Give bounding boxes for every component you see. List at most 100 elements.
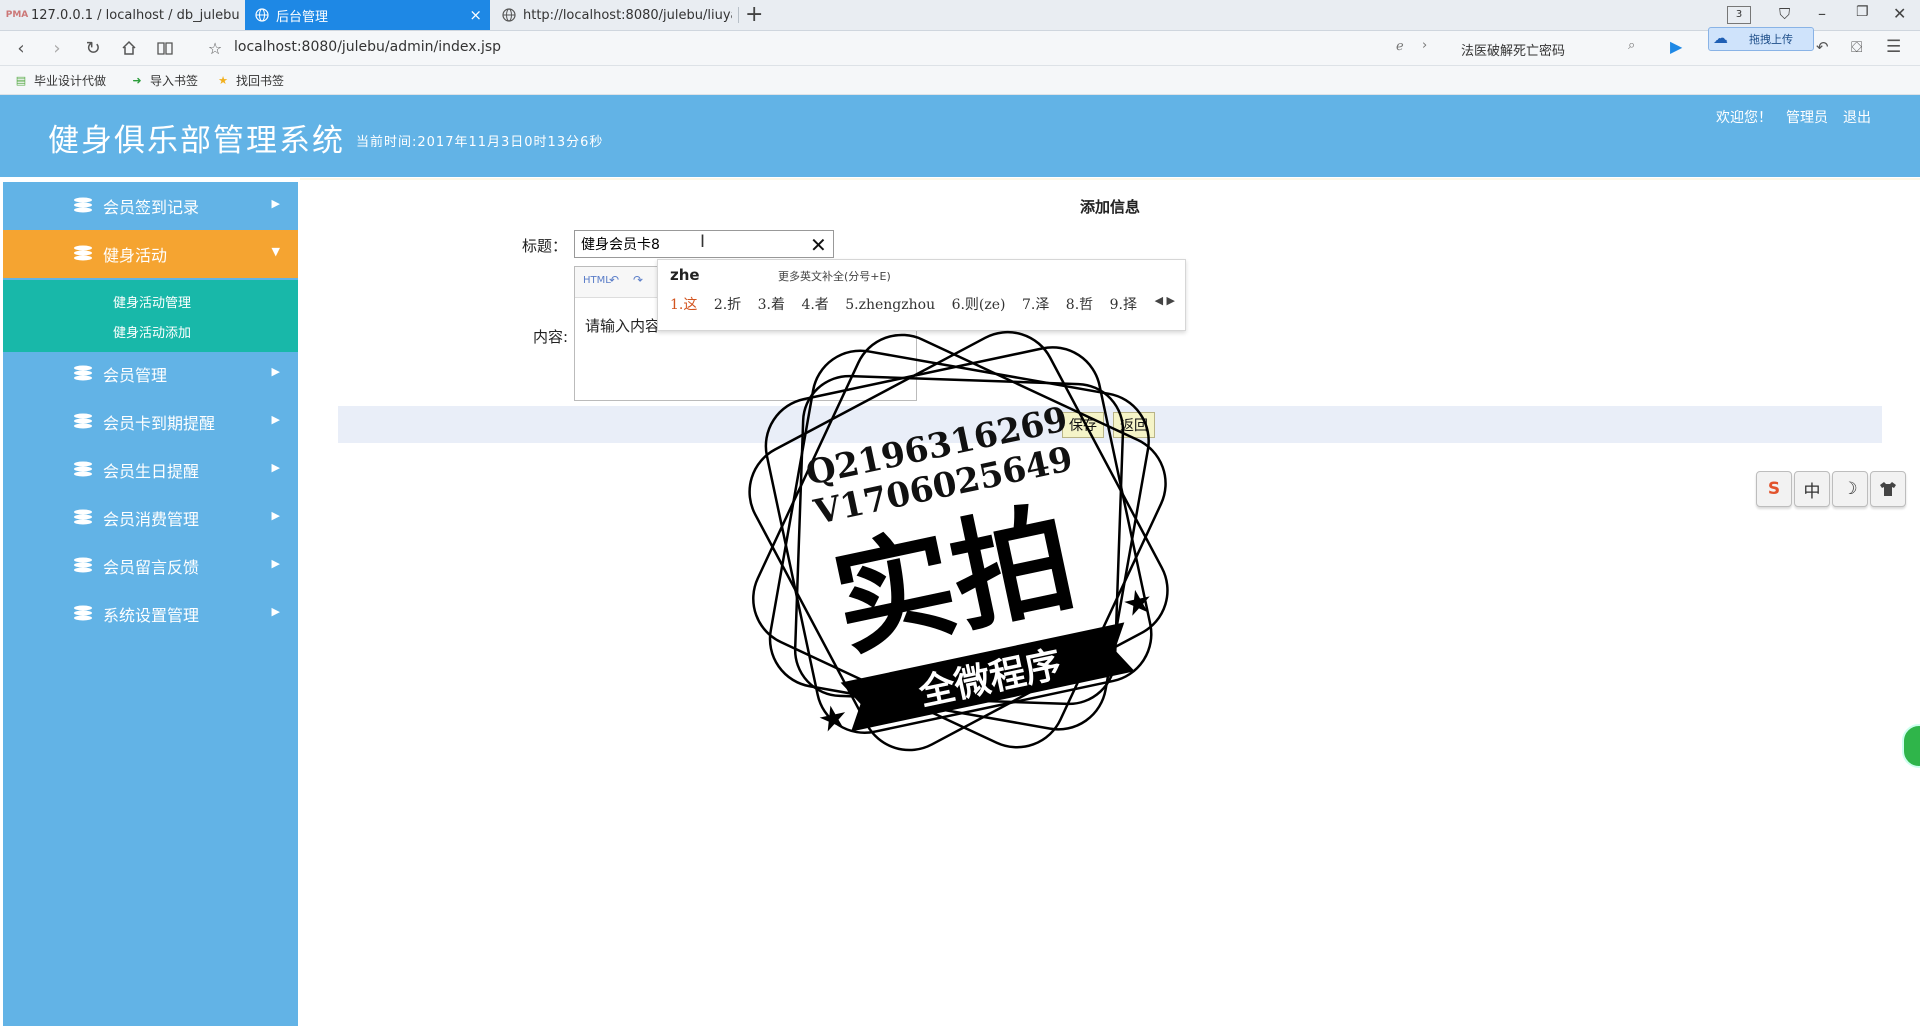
undo-icon[interactable]: ↶ (609, 273, 619, 287)
star-bookmark-icon[interactable]: ☆ (204, 37, 226, 59)
globe-icon (255, 8, 269, 22)
save-button[interactable]: 保存 (1062, 412, 1104, 438)
ime-candidate[interactable]: 8.哲 (1066, 297, 1093, 313)
upload-badge[interactable]: ☁ 拖拽上传 (1708, 27, 1814, 51)
sidebar-item-label: 健身活动 (103, 246, 168, 265)
forward-icon[interactable]: › (46, 37, 68, 59)
bookmark-bar: ▤ 毕业设计代做 ➜ 导入书签 ★ 找回书签 (0, 66, 1920, 95)
sidebar-item-members[interactable]: 会员管理 ▶ (3, 350, 298, 398)
ime-candidate[interactable]: 7.泽 (1022, 297, 1049, 313)
content-label: 内容: (533, 328, 569, 346)
back-button[interactable]: 返回 (1113, 412, 1155, 438)
bookmark-item[interactable]: ➜ 导入书签 (130, 72, 198, 89)
ime-candidate[interactable]: 1.这 (670, 297, 697, 313)
bookmark-label: 毕业设计代做 (34, 74, 107, 88)
sidebar-item-settings[interactable]: 系统设置管理 ▶ (3, 590, 298, 638)
floating-badge-icon[interactable] (1902, 724, 1920, 768)
import-icon: ➜ (132, 74, 142, 87)
stack-icon (74, 245, 92, 261)
form-heading: 添加信息 (1080, 198, 1141, 216)
search-input[interactable] (1459, 36, 1653, 62)
tab-admin[interactable]: 后台管理 × (245, 0, 490, 30)
stack-icon (74, 557, 92, 573)
moon-icon[interactable]: ☽ (1832, 471, 1868, 507)
sidebar-item-checkin[interactable]: 会员签到记录 ▶ (3, 182, 298, 230)
content-top-divider (300, 178, 1920, 180)
stack-icon (74, 509, 92, 525)
undo-arrow-icon[interactable]: ↶ (1816, 38, 1829, 56)
ime-page-arrows[interactable]: ◀ ▶ (1155, 294, 1175, 307)
reader-mode-icon[interactable] (154, 37, 176, 59)
star-icon: ★ (1119, 580, 1157, 625)
form-button-bar (338, 406, 1882, 443)
chevron-right-icon[interactable]: › (1422, 38, 1427, 53)
text-cursor-icon: I (700, 232, 706, 252)
user-link[interactable]: 管理员 (1786, 107, 1828, 127)
bag-icon[interactable]: ⛋ (1851, 38, 1862, 56)
home-icon[interactable] (118, 37, 140, 59)
sidebar-item-birthday[interactable]: 会员生日提醒 ▶ (3, 446, 298, 494)
caret-down-icon: ▼ (271, 245, 280, 258)
ie-compat-icon[interactable]: ℯ (1396, 39, 1404, 54)
tab-count-badge[interactable]: 3 (1727, 6, 1751, 24)
bookmark-site-icon: ▤ (15, 74, 27, 87)
restore-icon[interactable]: ❐ (1856, 4, 1869, 20)
ime-mode-chinese[interactable]: 中 (1794, 471, 1830, 507)
ime-candidate[interactable]: 4.者 (801, 297, 828, 313)
sidebar-item-card-expiry[interactable]: 会员卡到期提醒 ▶ (3, 398, 298, 446)
sidebar: 会员签到记录 ▶ 健身活动 ▼ 健身活动管理 健身活动添加 会员管理 ▶ 会员卡… (3, 182, 298, 1026)
ime-candidate[interactable]: 6.则(ze) (952, 297, 1006, 313)
sidebar-item-label: 会员管理 (103, 366, 168, 385)
globe-icon (502, 8, 516, 22)
caret-right-icon: ▶ (271, 461, 280, 474)
tab-phpmyadmin[interactable]: PMA 127.0.0.1 / localhost / db_julebu / … (0, 0, 240, 30)
stack-icon (74, 605, 92, 621)
caret-right-icon: ▶ (271, 365, 280, 378)
html-source-button[interactable]: HTML (583, 275, 611, 286)
logout-link[interactable]: 退出 (1843, 107, 1871, 127)
redo-icon[interactable]: ↷ (633, 273, 643, 287)
back-icon[interactable]: ‹ (10, 37, 32, 59)
menu-icon[interactable]: ☰ (1886, 37, 1901, 57)
bookmark-item[interactable]: ▤ 毕业设计代做 (14, 72, 106, 89)
new-tab-button[interactable]: + (745, 2, 763, 27)
phpmyadmin-icon: PMA (5, 10, 29, 20)
editor-placeholder[interactable]: 请输入内容 (585, 315, 660, 336)
url-field[interactable]: localhost:8080/julebu/admin/index.jsp (234, 39, 501, 55)
ime-candidate[interactable]: 2.折 (714, 297, 741, 313)
stack-icon (74, 365, 92, 381)
shirt-skin-icon[interactable]: ⛉ (1779, 5, 1790, 23)
watermark-big-text: 实拍 (822, 488, 1086, 674)
ime-candidate[interactable]: 9.择 (1110, 297, 1137, 313)
sidebar-item-activities[interactable]: 健身活动 ▼ (3, 230, 298, 278)
sogou-logo-icon[interactable]: S (1756, 471, 1792, 507)
ime-candidate[interactable]: 3.着 (758, 297, 785, 313)
submenu-item-activity-manage[interactable]: 健身活动管理 (113, 292, 191, 311)
sidebar-item-label: 会员留言反馈 (103, 558, 200, 577)
caret-right-icon: ▶ (271, 605, 280, 618)
search-icon[interactable]: ⌕ (1628, 38, 1635, 53)
welcome-text: 欢迎您！ (1716, 110, 1772, 126)
clear-input-button[interactable]: ✕ (810, 233, 827, 257)
tab-liuyan[interactable]: http://localhost:8080/julebu/liuyanL (492, 0, 732, 30)
ime-candidate[interactable]: 5.zhengzhou (845, 297, 935, 313)
reload-icon[interactable]: ↻ (82, 37, 104, 59)
sidebar-item-consumption[interactable]: 会员消费管理 ▶ (3, 494, 298, 542)
watermark-banner-text: 全微程序 (914, 643, 1065, 714)
ime-candidate-popup: zhe 更多英文补全(分号+E) 1.这 2.折 3.着 4.者 5.zheng… (657, 259, 1186, 331)
submenu-item-activity-add[interactable]: 健身活动添加 (113, 322, 191, 341)
close-window-icon[interactable]: ✕ (1893, 4, 1906, 23)
bookmark-item[interactable]: ★ 找回书签 (216, 72, 284, 89)
stack-icon (74, 197, 92, 213)
activities-submenu: 健身活动管理 健身活动添加 (3, 280, 298, 352)
tab-title: 127.0.0.1 / localhost / db_julebu / t (31, 7, 240, 23)
stack-icon (74, 413, 92, 429)
close-tab-icon[interactable]: × (469, 6, 482, 24)
star-icon: ★ (814, 696, 852, 741)
sidebar-item-label: 会员卡到期提醒 (103, 414, 216, 433)
sidebar-item-feedback[interactable]: 会员留言反馈 ▶ (3, 542, 298, 590)
browser-tab-bar: PMA 127.0.0.1 / localhost / db_julebu / … (0, 0, 1920, 31)
play-icon[interactable]: ▶ (1670, 37, 1682, 56)
shirt-icon[interactable] (1870, 471, 1906, 507)
minimize-icon[interactable]: – (1818, 4, 1826, 23)
